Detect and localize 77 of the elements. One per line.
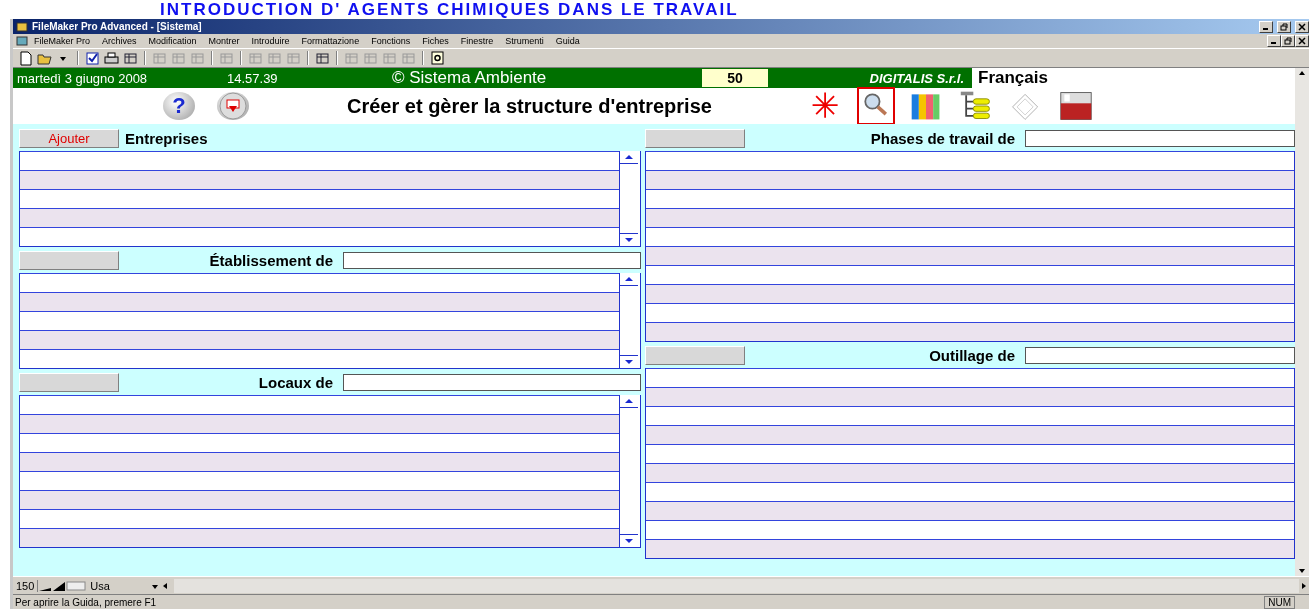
list-row[interactable] [646,539,1294,558]
slide-title: INTRODUCTION D' AGENTS CHIMIQUES DANS LE TRAVAIL [159,0,740,19]
menu-item[interactable]: FileMaker Pro [28,36,96,46]
list-row[interactable] [20,170,619,189]
filter-field[interactable] [1025,129,1295,147]
filter-field[interactable] [1025,346,1295,364]
company-label: DIGITALIS S.r.l. [868,70,965,86]
panel-button[interactable] [645,345,745,365]
panel-button[interactable] [19,372,119,392]
status-message: Per aprire la Guida, premere F1 [15,596,157,608]
list-row[interactable] [646,170,1294,189]
menu-item[interactable]: Introduire [245,36,296,46]
filter-field[interactable] [343,373,641,391]
restore-button[interactable] [1281,35,1295,47]
menu-item[interactable]: Modification [142,36,203,46]
window-title: FileMaker Pro Advanced - [Sistema] [32,21,202,32]
minimize-button[interactable] [1259,20,1273,33]
panel-title: Établissement de [209,251,333,269]
checkbox-icon[interactable] [84,49,101,67]
vertical-scrollbar[interactable] [1295,68,1309,576]
list-row[interactable] [20,452,619,471]
menu-item[interactable]: Fiches [416,36,455,46]
horizontal-scrollbar[interactable] [174,578,1299,593]
zoom-level[interactable]: 150 [13,579,39,592]
panel-button[interactable] [19,250,119,270]
time-label: 14.57.39 [227,70,279,86]
menu-item[interactable]: Guida [549,36,586,46]
list-row[interactable] [646,501,1294,520]
help-icon[interactable] [429,49,446,67]
app-icon [16,20,28,33]
count-field: 50 [702,69,768,87]
list-row[interactable] [20,330,619,349]
new-document-icon[interactable] [17,49,34,67]
restore-icon [1280,22,1288,31]
close-button[interactable] [1295,20,1309,33]
print-icon[interactable] [103,49,120,67]
add-button[interactable]: Ajouter [19,128,119,148]
menu-item[interactable]: Strumenti [499,36,550,46]
copyright-label: © Sistema Ambiente [391,68,548,88]
list-row[interactable] [20,528,619,547]
help-button[interactable]: ? [163,92,195,120]
close-button[interactable] [1295,35,1309,47]
menu-item[interactable]: Montrer [202,36,246,46]
date-label: martedì 3 giugno 2008 [16,70,149,86]
list-row[interactable] [646,387,1294,406]
close-icon [1298,37,1306,45]
panel-title: Phases de travail de [870,129,1015,147]
menu-item[interactable]: Formattazione [295,36,366,46]
panel-title: Entreprises [125,129,208,147]
filter-field[interactable] [343,251,641,269]
close-icon [1298,22,1306,31]
list-row[interactable] [646,425,1294,444]
list-row[interactable] [646,322,1294,341]
zoom-in-icon[interactable] [52,579,67,592]
download-button[interactable] [217,92,249,120]
minimize-button[interactable] [1267,35,1281,47]
list-row[interactable] [20,292,619,311]
mode-dropdown[interactable]: Usa [86,579,151,592]
panel-button[interactable] [645,128,745,148]
menu-item[interactable]: Archives [96,36,143,46]
list-row[interactable] [20,414,619,433]
document-icon [16,35,28,47]
list-row[interactable] [646,284,1294,303]
panel-title: Outillage de [929,346,1015,364]
list-row[interactable] [646,463,1294,482]
list-row[interactable] [646,246,1294,265]
list-row[interactable] [20,208,619,227]
page-title: Créer et gèrer la structure d'entreprise [347,94,713,118]
language-label: Français [972,68,1295,88]
list-row[interactable] [646,208,1294,227]
list-row[interactable] [20,490,619,509]
restore-icon [1284,37,1292,45]
restore-button[interactable] [1277,20,1291,33]
menu-item[interactable]: Fonctions [365,36,417,46]
menu-item[interactable]: Finestre [454,36,500,46]
panel-title: Locaux de [258,373,333,391]
num-lock-indicator: NUM [1264,595,1295,609]
